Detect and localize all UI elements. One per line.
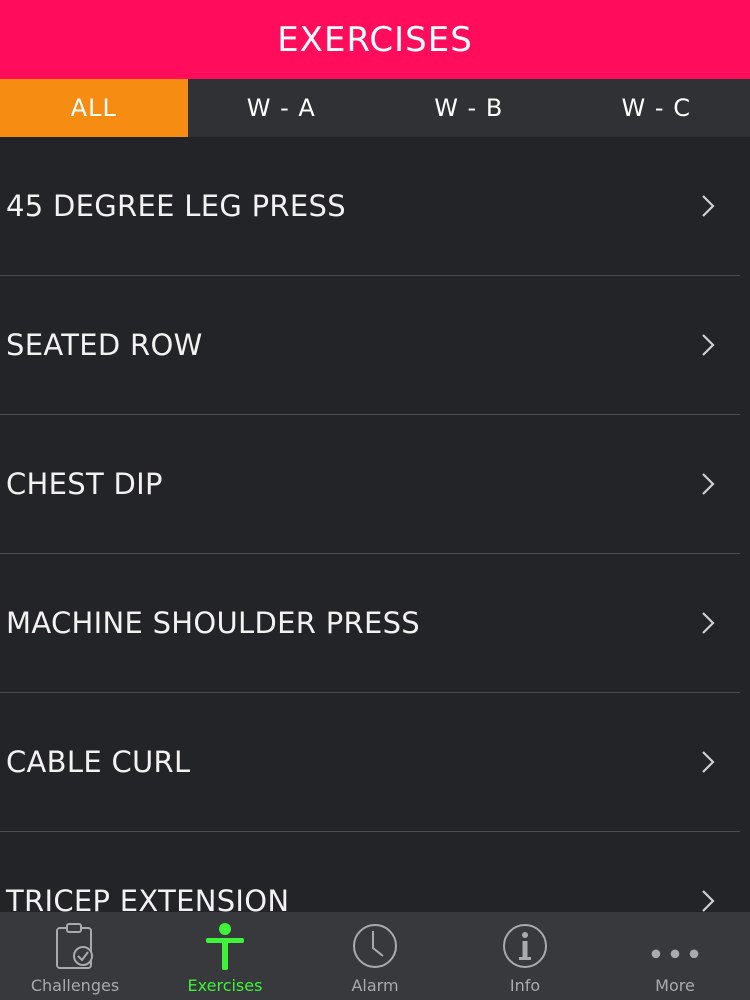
segment-label: W - A <box>246 94 316 122</box>
list-item[interactable]: TRICEP EXTENSION <box>0 832 740 912</box>
chevron-right-icon <box>702 612 715 634</box>
list-item[interactable]: 45 DEGREE LEG PRESS <box>0 137 740 276</box>
exercise-list[interactable]: 45 DEGREE LEG PRESS SEATED ROW CHEST DIP… <box>0 137 750 912</box>
list-item[interactable]: CABLE CURL <box>0 693 740 832</box>
tab-more[interactable]: More <box>600 912 750 1000</box>
info-icon <box>499 920 551 972</box>
more-dots-icon <box>649 920 701 972</box>
tab-info[interactable]: Info <box>450 912 600 1000</box>
app-root: EXERCISES ALL W - A W - B W - C 45 DEGRE… <box>0 0 750 1000</box>
exercise-name: SEATED ROW <box>6 328 203 362</box>
exercise-name: CABLE CURL <box>6 745 191 779</box>
segmented-control: ALL W - A W - B W - C <box>0 79 750 137</box>
chevron-right-icon <box>702 334 715 356</box>
tab-label: Info <box>509 976 541 995</box>
tab-exercises[interactable]: Exercises <box>150 912 300 1000</box>
list-item[interactable]: CHEST DIP <box>0 415 740 554</box>
exercise-name: TRICEP EXTENSION <box>6 884 290 912</box>
chevron-right-icon <box>702 890 715 912</box>
chevron-right-icon <box>702 195 715 217</box>
tab-bar: Challenges Exercises Alarm Info More <box>0 912 750 1000</box>
segment-w-b[interactable]: W - B <box>375 79 563 137</box>
tab-label: Alarm <box>351 976 399 995</box>
segment-label: ALL <box>70 94 117 122</box>
tab-label: Exercises <box>187 976 263 995</box>
tab-challenges[interactable]: Challenges <box>0 912 150 1000</box>
chevron-right-icon <box>702 473 715 495</box>
list-item[interactable]: MACHINE SHOULDER PRESS <box>0 554 740 693</box>
segment-w-a[interactable]: W - A <box>188 79 376 137</box>
segment-w-c[interactable]: W - C <box>563 79 750 137</box>
segment-label: W - B <box>434 94 504 122</box>
clock-icon <box>349 920 401 972</box>
nav-header: EXERCISES <box>0 0 750 79</box>
person-icon <box>199 920 251 972</box>
clipboard-check-icon <box>49 920 101 972</box>
chevron-right-icon <box>702 751 715 773</box>
tab-label: Challenges <box>30 976 120 995</box>
exercise-name: MACHINE SHOULDER PRESS <box>6 606 421 640</box>
segment-label: W - C <box>621 94 691 122</box>
exercise-name: CHEST DIP <box>6 467 163 501</box>
exercise-name: 45 DEGREE LEG PRESS <box>6 189 346 223</box>
page-title: EXERCISES <box>277 19 473 60</box>
list-item[interactable]: SEATED ROW <box>0 276 740 415</box>
segment-all[interactable]: ALL <box>0 79 188 137</box>
tab-label: More <box>655 976 695 995</box>
tab-alarm[interactable]: Alarm <box>300 912 450 1000</box>
